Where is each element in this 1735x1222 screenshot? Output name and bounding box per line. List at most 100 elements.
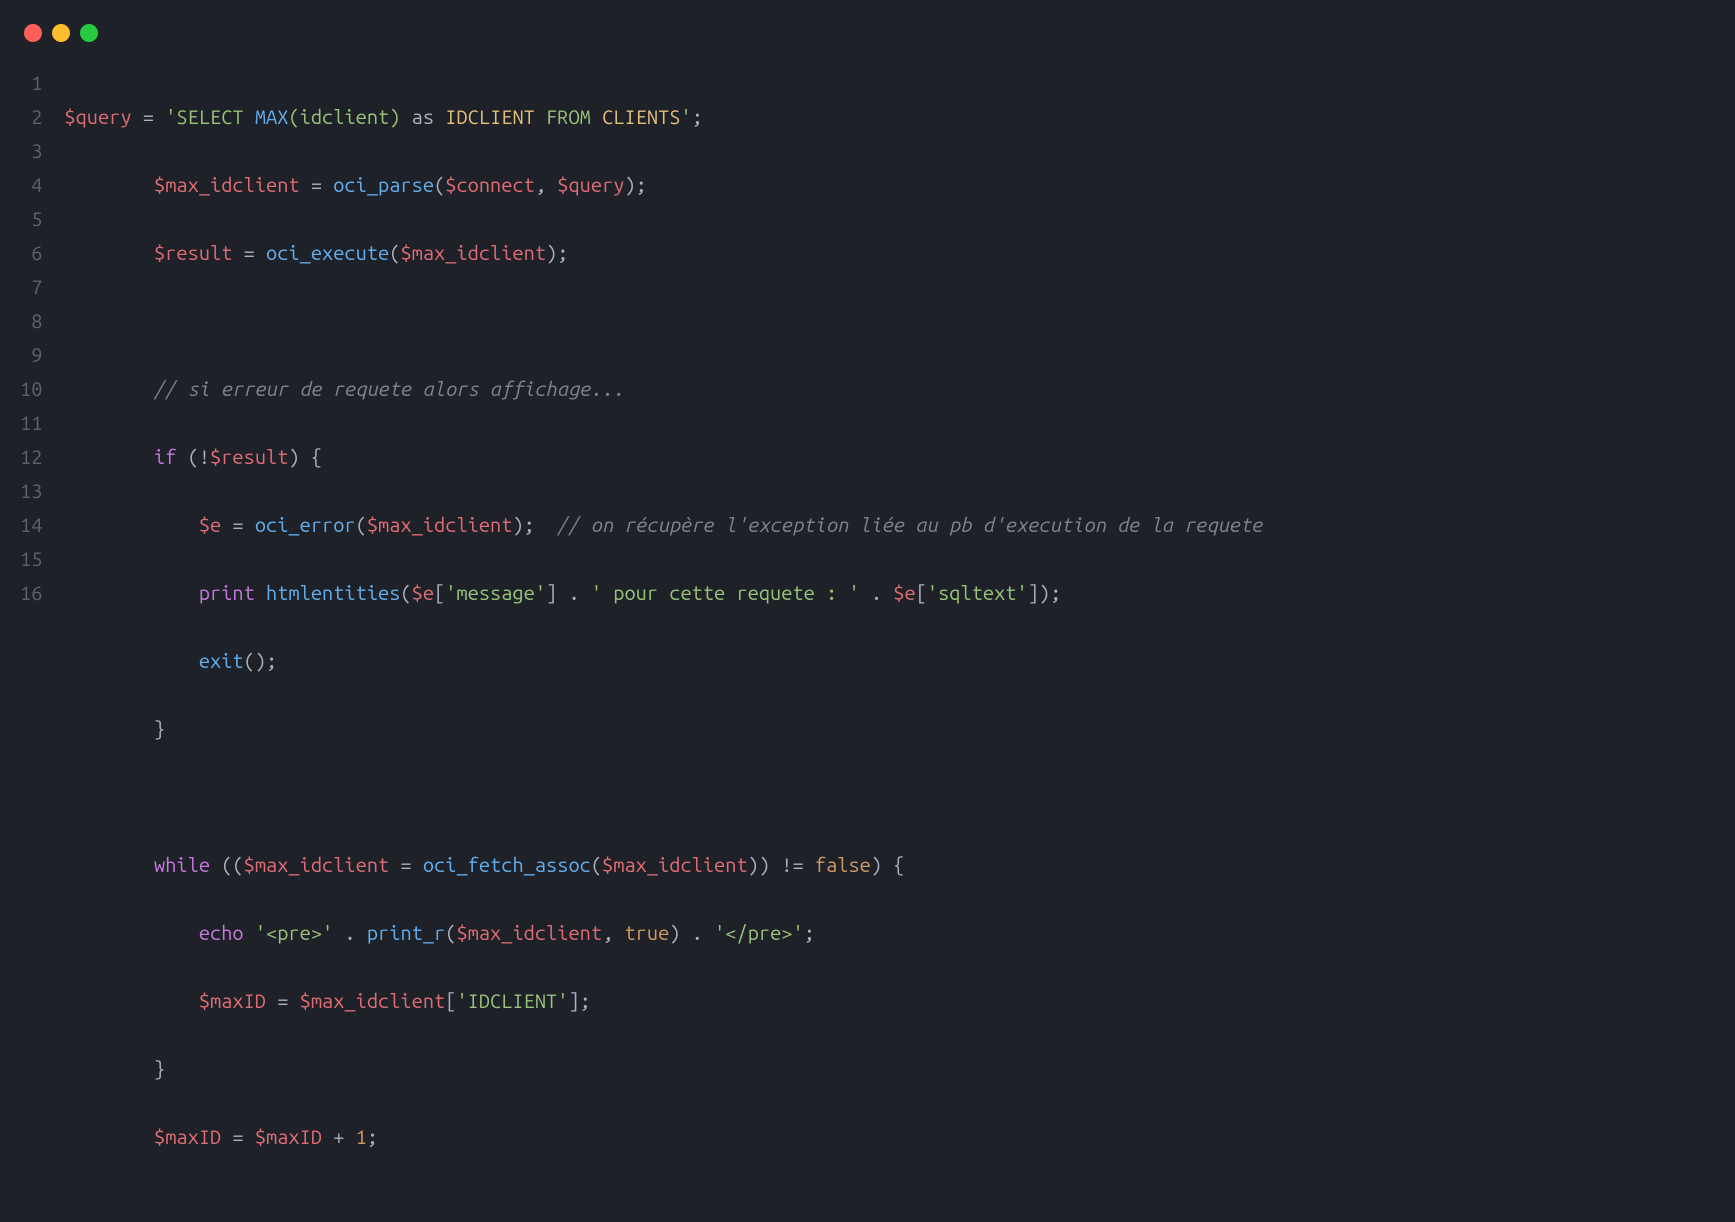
line-number: 1 <box>20 66 42 100</box>
line-number: 7 <box>20 270 42 304</box>
code-line: if (!$result) { <box>64 440 1262 474</box>
token-function: oci_error <box>255 513 356 536</box>
code-line: echo '<pre>' . print_r($max_idclient, tr… <box>64 916 1262 950</box>
token-variable: $e <box>893 581 915 604</box>
window-maximize-button[interactable] <box>80 24 98 42</box>
token-paren: ( <box>288 105 299 128</box>
token-indent <box>64 513 198 536</box>
token-indent <box>64 921 198 944</box>
token-constant: false <box>815 853 871 876</box>
line-number: 8 <box>20 304 42 338</box>
line-number: 4 <box>20 168 42 202</box>
token-brace: { <box>893 853 904 876</box>
token-space <box>255 581 266 604</box>
code-line: $maxID = $max_idclient['IDCLIENT']; <box>64 984 1262 1018</box>
token-semicolon: ; <box>557 241 568 264</box>
editor-window: 1 2 3 4 5 6 7 8 9 10 11 12 13 14 15 16 $… <box>0 0 1735 749</box>
token-semicolon: ; <box>1050 581 1061 604</box>
token-indent <box>64 445 154 468</box>
token-operator: = <box>266 989 300 1012</box>
code-line: exit(); <box>64 644 1262 678</box>
token-string: 'IDCLIENT' <box>456 989 568 1012</box>
token-semicolon: ; <box>636 173 647 196</box>
token-paren: (( <box>210 853 244 876</box>
token-bracket: [ <box>916 581 927 604</box>
code-line-blank <box>64 304 1262 338</box>
code-line: print htmlentities($e['message'] . ' pou… <box>64 576 1262 610</box>
token-paren: ( <box>176 445 198 468</box>
line-number: 12 <box>20 440 42 474</box>
token-paren: ( <box>434 173 445 196</box>
token-operator: . <box>860 581 894 604</box>
token-variable: $max_idclient <box>300 989 446 1012</box>
token-comment: // si erreur de requete alors affichage.… <box>154 377 624 400</box>
window-titlebar <box>0 18 1735 66</box>
window-minimize-button[interactable] <box>52 24 70 42</box>
token-variable: $max_idclient <box>400 241 546 264</box>
token-indent <box>64 989 198 1012</box>
token-semicolon: ; <box>524 513 558 536</box>
token-sql-keyword: FROM <box>546 105 591 128</box>
line-number: 11 <box>20 406 42 440</box>
line-number: 13 <box>20 474 42 508</box>
code-line: $e = oci_error($max_idclient); // on réc… <box>64 508 1262 542</box>
token-string: 'sqltext' <box>927 581 1028 604</box>
line-number: 9 <box>20 338 42 372</box>
token-indent <box>64 241 154 264</box>
code-line: $query = 'SELECT MAX(idclient) as IDCLIE… <box>64 100 1262 134</box>
token-bracket: [ <box>445 989 456 1012</box>
token-variable: $e <box>199 513 221 536</box>
token-paren: ( <box>389 241 400 264</box>
token-space <box>244 921 255 944</box>
token-paren: ) <box>871 853 893 876</box>
token-brace: } <box>154 1057 165 1080</box>
token-paren: ) <box>624 173 635 196</box>
line-number: 14 <box>20 508 42 542</box>
token-sql-as: as <box>412 105 434 128</box>
token-operator: . <box>333 921 367 944</box>
token-function: print_r <box>367 921 445 944</box>
token-string: 'message' <box>445 581 546 604</box>
token-function: oci_execute <box>266 241 389 264</box>
token-indent <box>64 1057 154 1080</box>
code-line: $result = oci_execute($max_idclient); <box>64 236 1262 270</box>
token-constant: true <box>624 921 669 944</box>
token-indent <box>64 581 198 604</box>
token-variable: $max_idclient <box>456 921 602 944</box>
token-paren: ) <box>1039 581 1050 604</box>
token-indent <box>64 377 154 400</box>
token-variable: $max_idclient <box>244 853 390 876</box>
token-paren: ) <box>546 241 557 264</box>
token-sql-table: CLIENTS <box>602 105 680 128</box>
token-space <box>535 105 546 128</box>
token-paren: )) <box>748 853 770 876</box>
token-keyword: print <box>199 581 255 604</box>
token-keyword: echo <box>199 921 244 944</box>
token-bracket: ] <box>1028 581 1039 604</box>
token-variable: $maxID <box>255 1125 322 1148</box>
token-operator: = <box>232 241 266 264</box>
line-number: 16 <box>20 576 42 610</box>
code-content[interactable]: $query = 'SELECT MAX(idclient) as IDCLIE… <box>64 66 1262 1222</box>
line-number: 15 <box>20 542 42 576</box>
token-variable: $query <box>557 173 624 196</box>
code-line: $max_idclient = oci_parse($connect, $que… <box>64 168 1262 202</box>
token-variable: $max_idclient <box>367 513 513 536</box>
line-number: 3 <box>20 134 42 168</box>
token-function: exit <box>199 649 244 672</box>
code-area: 1 2 3 4 5 6 7 8 9 10 11 12 13 14 15 16 $… <box>0 66 1735 1222</box>
code-line: } <box>64 712 1262 746</box>
token-operator: + <box>322 1125 356 1148</box>
token-indent <box>64 649 198 672</box>
code-line-blank <box>64 780 1262 814</box>
token-indent <box>64 853 154 876</box>
window-close-button[interactable] <box>24 24 42 42</box>
line-number: 6 <box>20 236 42 270</box>
code-line: // si erreur de requete alors affichage.… <box>64 372 1262 406</box>
token-string: '<pre>' <box>255 921 333 944</box>
token-space <box>591 105 602 128</box>
token-function: oci_parse <box>333 173 434 196</box>
line-number: 10 <box>20 372 42 406</box>
token-paren: ) <box>288 445 310 468</box>
line-number: 2 <box>20 100 42 134</box>
